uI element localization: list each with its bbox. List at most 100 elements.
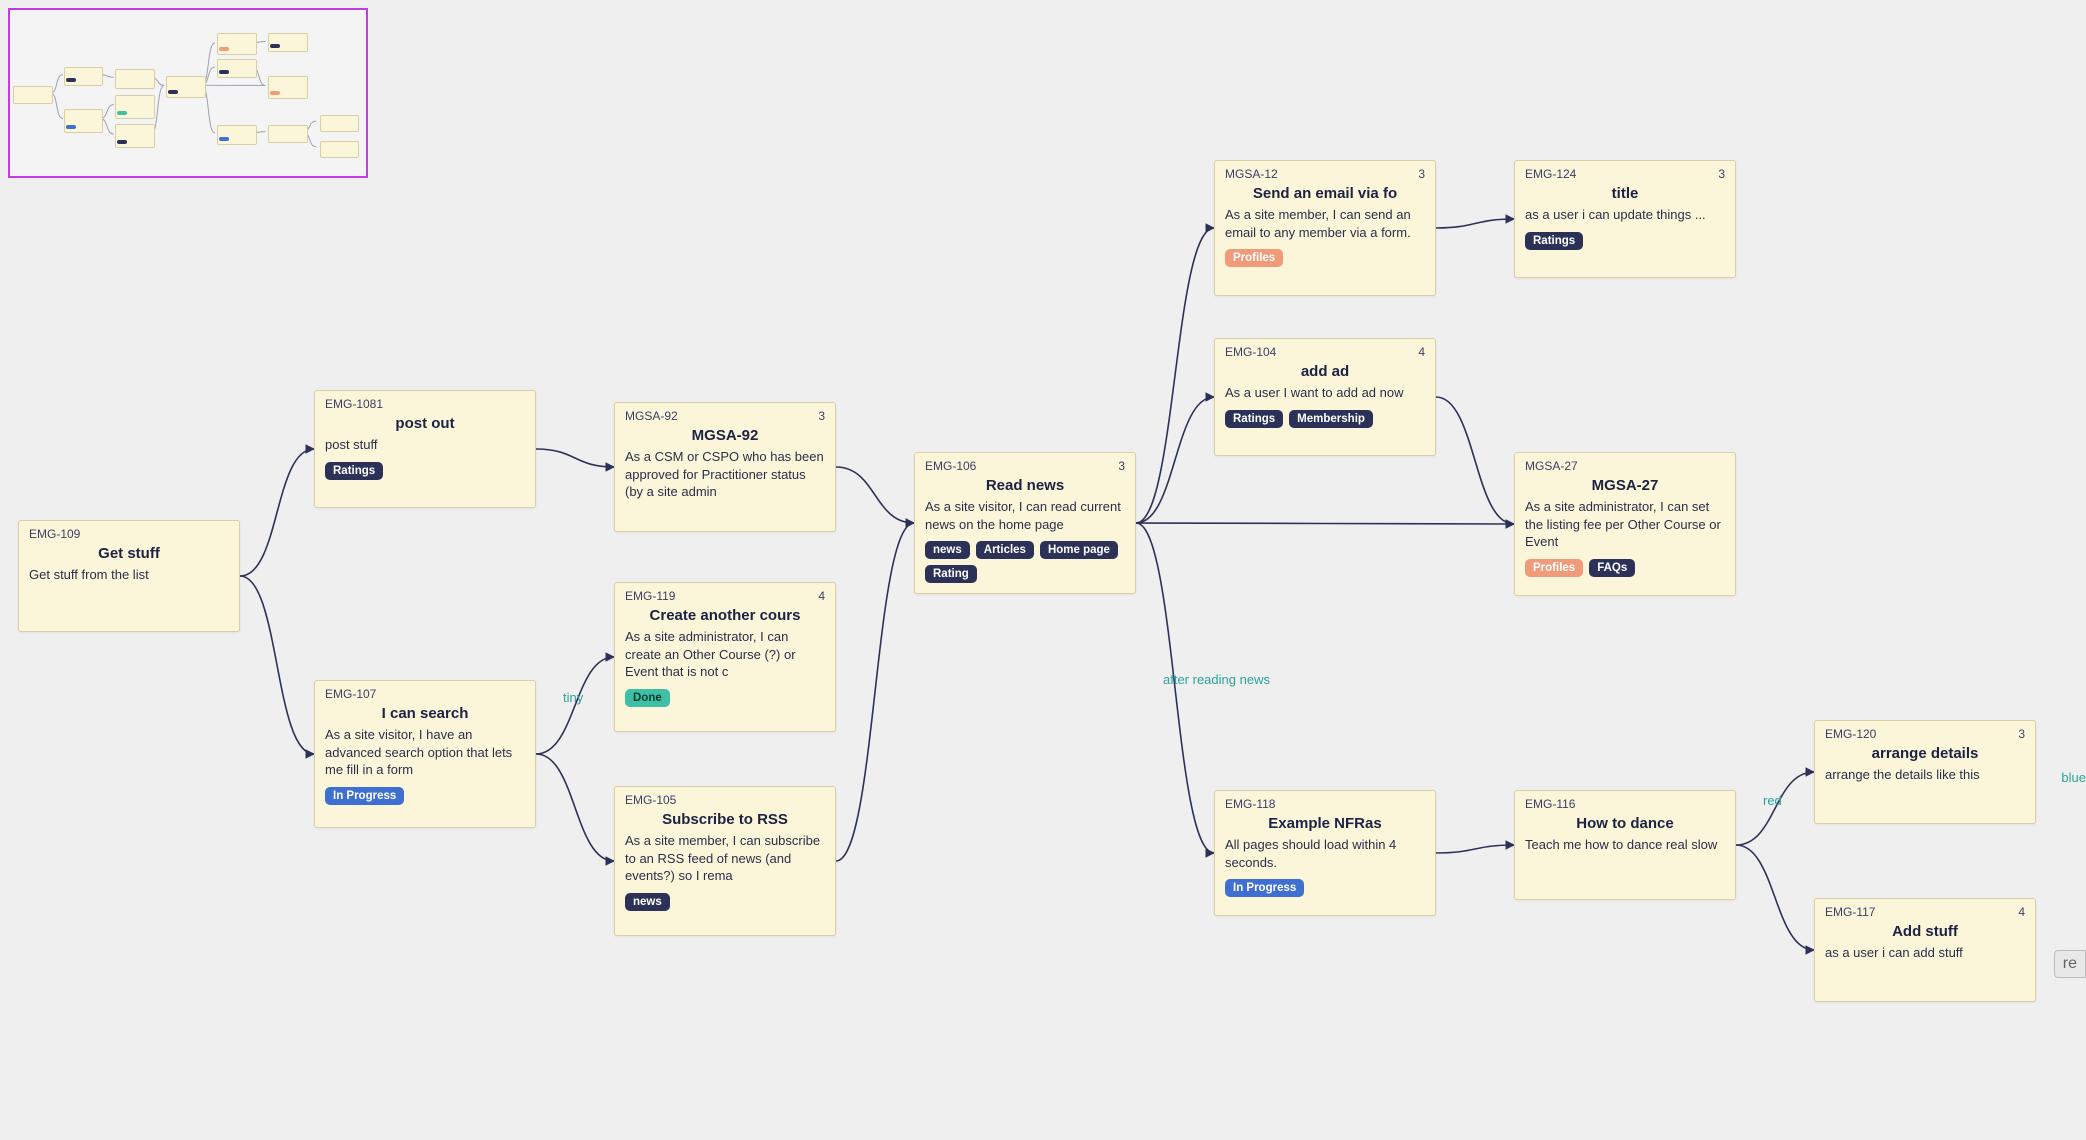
minimap-node bbox=[217, 59, 257, 78]
edge-n1081-n92 bbox=[536, 449, 614, 467]
card-title: Subscribe to RSS bbox=[625, 811, 825, 828]
card-n12[interactable]: MGSA-123Send an email via foAs a site me… bbox=[1214, 160, 1436, 296]
tag-faqs[interactable]: FAQs bbox=[1589, 559, 1635, 577]
tag-home-page[interactable]: Home page bbox=[1040, 541, 1118, 559]
card-desc: As a site administrator, I can create an… bbox=[625, 628, 825, 681]
card-id: EMG-119 bbox=[625, 589, 675, 603]
edge-n106-n12 bbox=[1136, 228, 1214, 523]
card-id: EMG-124 bbox=[1525, 167, 1576, 181]
card-tags: Done bbox=[625, 689, 825, 707]
card-id: EMG-109 bbox=[29, 527, 80, 541]
edge-n118-n116 bbox=[1436, 845, 1514, 853]
minimap-node bbox=[268, 125, 308, 143]
card-id: EMG-117 bbox=[1825, 905, 1875, 919]
card-desc: All pages should load within 4 seconds. bbox=[1225, 836, 1425, 871]
card-tags: In Progress bbox=[325, 787, 525, 805]
card-id: EMG-116 bbox=[1525, 797, 1575, 811]
minimap-node bbox=[64, 109, 104, 133]
card-n116[interactable]: EMG-116 How to dance Teach me how to dance… bbox=[1514, 790, 1736, 900]
card-desc: As a site visitor, I can read current ne… bbox=[925, 498, 1125, 533]
edge-n106-n27 bbox=[1136, 523, 1514, 524]
card-title: MGSA-92 bbox=[625, 427, 825, 444]
card-n118[interactable]: EMG-118Example NFRasAll pages should loa… bbox=[1214, 790, 1436, 916]
minimap-node bbox=[320, 115, 360, 132]
minimap-node bbox=[64, 67, 104, 86]
edge-label: tiny bbox=[563, 690, 583, 705]
tag-rating[interactable]: Rating bbox=[925, 565, 977, 583]
tag-in-progress[interactable]: In Progress bbox=[325, 787, 404, 805]
tag-articles[interactable]: Articles bbox=[976, 541, 1034, 559]
minimap-node bbox=[268, 76, 308, 99]
edge-n106-n118 bbox=[1136, 523, 1214, 853]
card-points: 3 bbox=[1718, 167, 1725, 181]
edge-n116-n120 bbox=[1736, 772, 1814, 845]
card-id: EMG-104 bbox=[1225, 345, 1276, 359]
diagram-canvas[interactable]: EMG-109Get stuffGet stuff from the listE… bbox=[0, 0, 2086, 1140]
tag-ratings[interactable]: Ratings bbox=[325, 462, 383, 480]
card-n107[interactable]: EMG-107I can searchAs a site visitor, I … bbox=[314, 680, 536, 828]
tag-profiles[interactable]: Profiles bbox=[1225, 249, 1283, 267]
tag-in-progress[interactable]: In Progress bbox=[1225, 879, 1304, 897]
card-title: How to dance bbox=[1525, 815, 1725, 832]
card-id: EMG-107 bbox=[325, 687, 376, 701]
card-n1081[interactable]: EMG-1081 post out post stuff Ratings bbox=[314, 390, 536, 508]
tag-membership[interactable]: Membership bbox=[1289, 410, 1373, 428]
card-n119[interactable]: EMG-119 4 Create another cours As a site ad… bbox=[614, 582, 836, 732]
minimap-node bbox=[115, 95, 155, 119]
edge-n107-n119 bbox=[536, 657, 614, 754]
minimap-node bbox=[217, 33, 257, 55]
edge-n12-n124 bbox=[1436, 219, 1514, 228]
card-tags: Profiles FAQs bbox=[1525, 559, 1725, 577]
card-title: MGSA-27 bbox=[1525, 477, 1725, 494]
tag-profiles[interactable]: Profiles bbox=[1525, 559, 1583, 577]
minimap-node bbox=[115, 69, 155, 90]
card-points: 4 bbox=[2018, 905, 2025, 919]
edge-label-blue: blue bbox=[2061, 770, 2086, 785]
card-n117[interactable]: EMG-1174Add stuffas a user i can add stu… bbox=[1814, 898, 2036, 1002]
minimap-node bbox=[115, 124, 155, 148]
card-id: MGSA-92 bbox=[625, 409, 678, 423]
card-n27[interactable]: MGSA-27MGSA-27As a site administrator, I… bbox=[1514, 452, 1736, 596]
minimap[interactable] bbox=[8, 8, 368, 178]
card-desc: post stuff bbox=[325, 436, 525, 454]
tag-done[interactable]: Done bbox=[625, 689, 670, 707]
tag-ratings[interactable]: Ratings bbox=[1225, 410, 1283, 428]
edge-n107-n105 bbox=[536, 754, 614, 861]
card-desc: Teach me how to dance real slow bbox=[1525, 836, 1725, 854]
card-desc: As a site member, I can subscribe to an … bbox=[625, 832, 825, 885]
card-desc: arrange the details like this bbox=[1825, 766, 2025, 784]
card-id: EMG-1081 bbox=[325, 397, 383, 411]
card-points: 3 bbox=[818, 409, 825, 423]
card-title: title bbox=[1525, 185, 1725, 202]
card-title: post out bbox=[325, 415, 525, 432]
card-title: Get stuff bbox=[29, 545, 229, 562]
side-tab[interactable]: re bbox=[2054, 950, 2086, 978]
tag-news[interactable]: news bbox=[925, 541, 970, 559]
minimap-node bbox=[320, 141, 360, 158]
card-n104[interactable]: EMG-1044add adAs a user I want to add ad… bbox=[1214, 338, 1436, 456]
card-n92[interactable]: MGSA-923MGSA-92As a CSM or CSPO who has … bbox=[614, 402, 836, 532]
card-n109[interactable]: EMG-109Get stuffGet stuff from the list bbox=[18, 520, 240, 632]
card-n120[interactable]: EMG-1203arrange detailsarrange the detai… bbox=[1814, 720, 2036, 824]
card-desc: as a user i can add stuff bbox=[1825, 944, 2025, 962]
card-points: 4 bbox=[1418, 345, 1425, 359]
card-n105[interactable]: EMG-105Subscribe to RSSAs a site member,… bbox=[614, 786, 836, 936]
edge-n109-n107 bbox=[240, 576, 314, 754]
card-title: arrange details bbox=[1825, 745, 2025, 762]
tag-news[interactable]: news bbox=[625, 893, 670, 911]
card-tags: Ratings Membership bbox=[1225, 410, 1425, 428]
edge-label: red bbox=[1763, 793, 1782, 808]
card-title: I can search bbox=[325, 705, 525, 722]
edge-n106-n104 bbox=[1136, 397, 1214, 523]
card-title: Create another cours bbox=[625, 607, 825, 624]
card-id: MGSA-27 bbox=[1525, 459, 1578, 473]
card-id: EMG-118 bbox=[1225, 797, 1275, 811]
card-id: EMG-106 bbox=[925, 459, 976, 473]
card-points: 4 bbox=[818, 589, 825, 603]
minimap-node bbox=[217, 125, 257, 145]
card-desc: As a site member, I can send an email to… bbox=[1225, 206, 1425, 241]
card-n124[interactable]: EMG-1243titleas a user i can update thin… bbox=[1514, 160, 1736, 278]
tag-ratings[interactable]: Ratings bbox=[1525, 232, 1583, 250]
card-title: Read news bbox=[925, 477, 1125, 494]
card-n106[interactable]: EMG-1063Read newsAs a site visitor, I ca… bbox=[914, 452, 1136, 594]
